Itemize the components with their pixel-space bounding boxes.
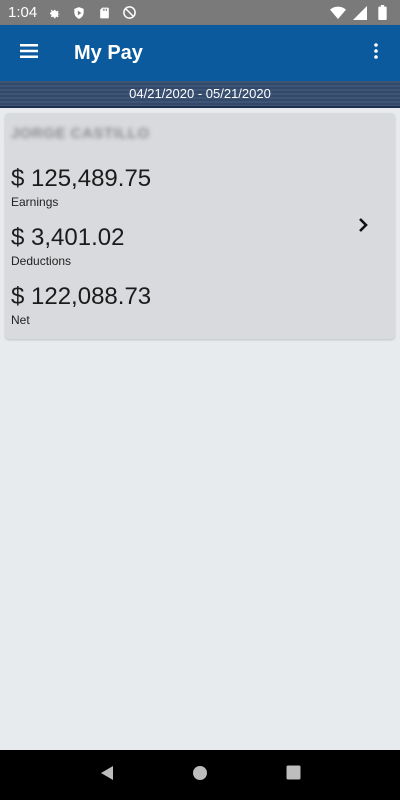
deductions-label: Deductions xyxy=(11,254,72,268)
date-range: 04/21/2020 - 05/21/2020 xyxy=(129,86,271,101)
shield-play-icon xyxy=(71,5,87,21)
net-amount: $ 122,088.73 xyxy=(11,283,152,310)
net-label: Net xyxy=(11,313,30,327)
chevron-right-icon[interactable] xyxy=(353,215,373,235)
home-button[interactable] xyxy=(180,755,220,795)
signal-icon xyxy=(352,5,368,21)
overflow-menu-button[interactable] xyxy=(352,25,400,81)
system-nav-bar xyxy=(0,750,400,800)
net-block: $ 122,088.73 Net xyxy=(11,283,151,327)
gear-icon xyxy=(46,5,62,21)
pay-summary-card[interactable]: JORGE CASTILLO $ 125,489.75 Earnings $ 3… xyxy=(5,113,395,339)
earnings-label: Earnings xyxy=(11,195,59,209)
menu-button[interactable] xyxy=(0,25,58,81)
no-disturb-icon xyxy=(121,5,137,21)
status-bar: 1:04 xyxy=(0,0,400,25)
battery-icon xyxy=(374,5,390,21)
sd-card-icon xyxy=(96,5,112,21)
recents-icon xyxy=(286,765,301,785)
back-icon xyxy=(99,765,115,786)
back-button[interactable] xyxy=(87,755,127,795)
employee-name: JORGE CASTILLO xyxy=(11,125,150,142)
status-time: 1:04 xyxy=(8,4,38,21)
date-range-band: 04/21/2020 - 05/21/2020 xyxy=(0,81,400,108)
app-bar: My Pay xyxy=(0,25,400,81)
wifi-icon xyxy=(330,5,346,21)
home-icon xyxy=(192,765,208,786)
recents-button[interactable] xyxy=(273,755,313,795)
page-title: My Pay xyxy=(74,41,143,64)
status-left: 1:04 xyxy=(8,4,137,21)
deductions-amount: $ 3,401.02 xyxy=(11,224,125,251)
earnings-block: $ 125,489.75 Earnings xyxy=(11,165,151,209)
deductions-block: $ 3,401.02 Deductions xyxy=(11,224,124,268)
hamburger-menu-icon xyxy=(20,43,38,63)
status-right xyxy=(330,5,390,21)
more-vert-icon xyxy=(374,42,378,64)
earnings-amount: $ 125,489.75 xyxy=(11,165,152,192)
